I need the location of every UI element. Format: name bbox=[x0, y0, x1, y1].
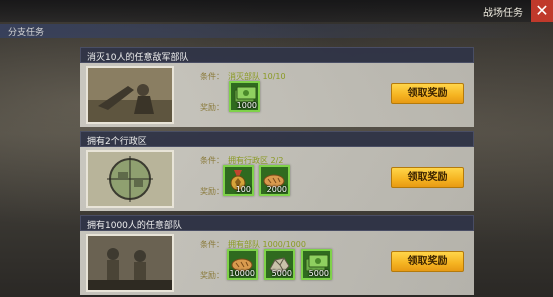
condition-label: 条件： bbox=[200, 156, 224, 165]
section-label: 分支任务 bbox=[8, 28, 45, 38]
mission-body: 条件： 拥有行政区 2/2 奖励： 100 2000 领取奖励 bbox=[80, 147, 474, 211]
condition-label: 条件： bbox=[200, 72, 224, 81]
screen-title: 战场任务 bbox=[483, 8, 523, 19]
reward-count: 5000 bbox=[308, 269, 329, 278]
reward-count: 10000 bbox=[229, 269, 255, 278]
mission-card: 拥有1000人的任意部队 条件： 拥有部队 1000/1000 奖励： 1000… bbox=[80, 215, 474, 295]
reward-item[interactable]: 5000 bbox=[264, 249, 295, 280]
reward-label: 奖励： bbox=[200, 271, 224, 280]
condition-label: 条件： bbox=[200, 240, 224, 249]
reward-item[interactable]: 10000 bbox=[227, 249, 258, 280]
reward-item[interactable]: 1000 bbox=[229, 81, 260, 112]
mission-body: 条件： 拥有部队 1000/1000 奖励： 10000 5000 5000 领… bbox=[80, 231, 474, 295]
claim-reward-button[interactable]: 领取奖励 bbox=[391, 251, 464, 272]
reward-label: 奖励： bbox=[200, 103, 224, 112]
mission-title: 拥有2个行政区 bbox=[80, 131, 474, 147]
mission-thumbnail bbox=[86, 234, 174, 292]
mission-thumbnail bbox=[86, 66, 174, 124]
reward-item[interactable]: 5000 bbox=[301, 249, 332, 280]
close-icon: ✕ bbox=[535, 1, 549, 20]
reward-label: 奖励： bbox=[200, 187, 224, 196]
top-bar: 战场任务 ✕ bbox=[0, 0, 553, 22]
mission-title: 消灭10人的任意敌军部队 bbox=[80, 47, 474, 63]
claim-reward-button[interactable]: 领取奖励 bbox=[391, 167, 464, 188]
reward-count: 1000 bbox=[236, 101, 257, 110]
section-header: 分支任务 bbox=[0, 24, 553, 38]
reward-item[interactable]: 100 bbox=[223, 165, 254, 196]
reward-item[interactable]: 2000 bbox=[259, 165, 290, 196]
reward-count: 100 bbox=[235, 185, 251, 194]
mission-card: 消灭10人的任意敌军部队 条件： 消灭部队 10/10 奖励： 1000 领取奖… bbox=[80, 47, 474, 127]
mission-title: 拥有1000人的任意部队 bbox=[80, 215, 474, 231]
mission-body: 条件： 消灭部队 10/10 奖励： 1000 领取奖励 bbox=[80, 63, 474, 127]
reward-count: 5000 bbox=[271, 269, 292, 278]
claim-reward-button[interactable]: 领取奖励 bbox=[391, 83, 464, 104]
reward-count: 2000 bbox=[266, 185, 287, 194]
mission-thumbnail bbox=[86, 150, 174, 208]
close-button[interactable]: ✕ bbox=[531, 0, 553, 22]
mission-card: 拥有2个行政区 条件： 拥有行政区 2/2 奖励： 100 2000 领取奖励 bbox=[80, 131, 474, 211]
